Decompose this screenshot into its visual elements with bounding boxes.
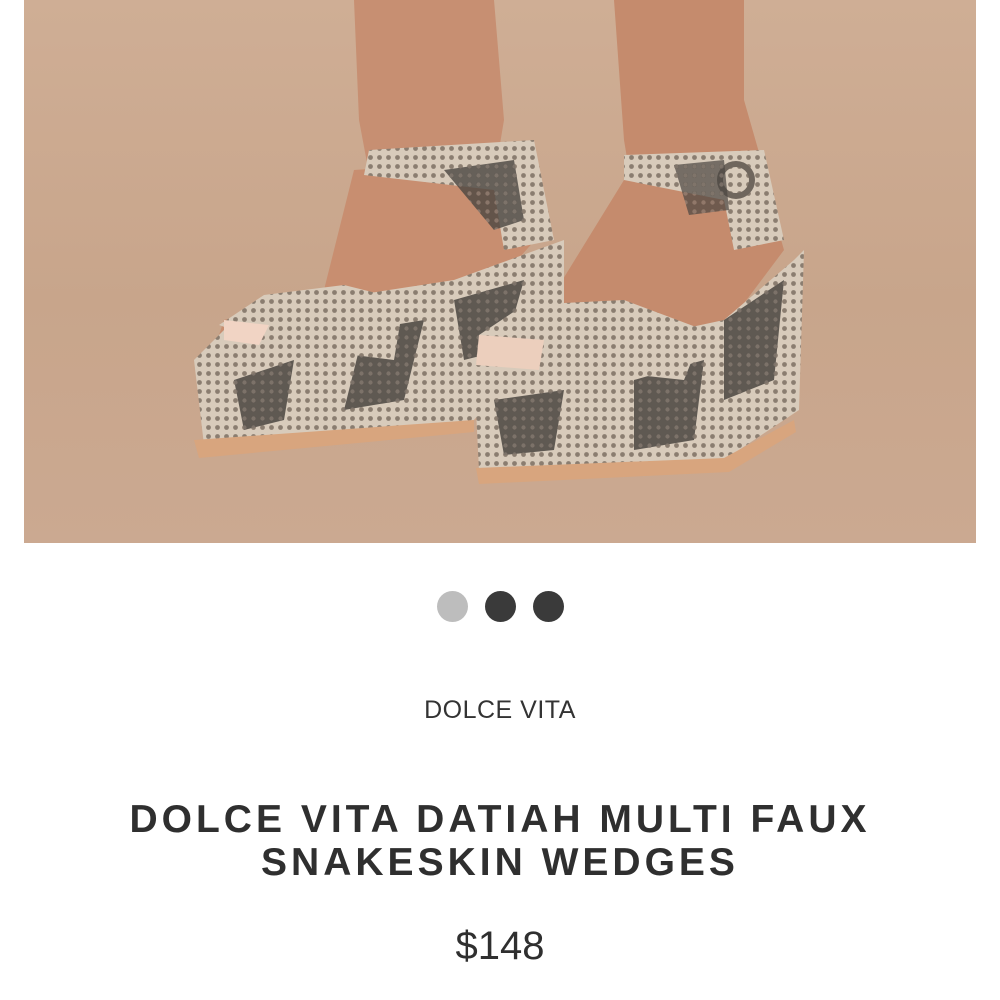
product-price: $148 (455, 924, 545, 968)
carousel-dot-3[interactable] (532, 591, 564, 622)
image-carousel-dots (0, 591, 1000, 622)
product-title: DOLCE VITA DATIAH MULTI FAUX SNAKESKIN W… (129, 798, 871, 884)
brand-name[interactable]: DOLCE VITA (0, 696, 1000, 725)
product-page: DOLCE VITA DOLCE VITA DATIAH MULTI FAUX … (0, 0, 1000, 1000)
carousel-dot-2[interactable] (484, 591, 516, 622)
carousel-dot-1[interactable] (436, 591, 468, 622)
sandals-illustration (194, 0, 804, 484)
product-image[interactable] (24, 0, 976, 543)
